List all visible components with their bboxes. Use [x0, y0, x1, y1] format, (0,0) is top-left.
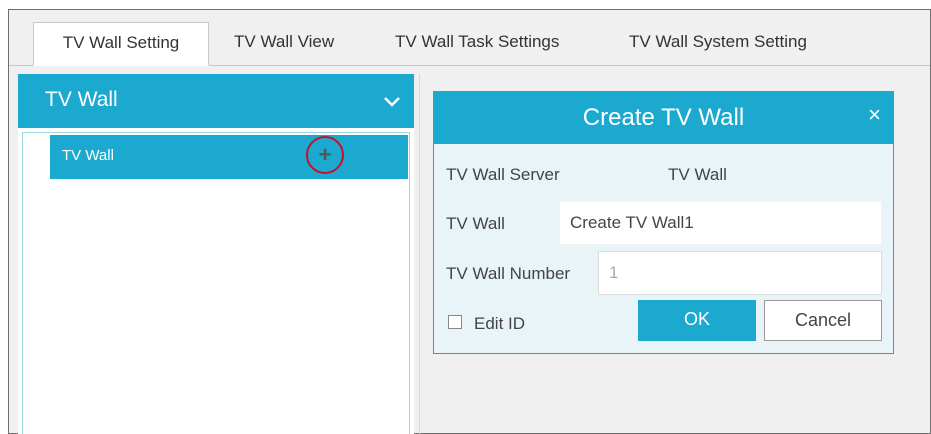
tv-wall-server-value: TV Wall	[668, 165, 727, 184]
tv-wall-tree: TV Wall +	[22, 132, 410, 434]
ok-button[interactable]: OK	[638, 300, 756, 341]
tv-wall-window: TV Wall Setting TV Wall View TV Wall Tas…	[8, 9, 931, 434]
close-icon[interactable]: ×	[868, 104, 881, 126]
dialog-header: Create TV Wall ×	[434, 92, 893, 144]
tab-bar: TV Wall Setting TV Wall View TV Wall Tas…	[9, 10, 930, 66]
tv-wall-number-label: TV Wall Number	[446, 264, 571, 283]
edit-id-label: Edit ID	[474, 314, 526, 333]
tv-wall-name-label: TV Wall	[446, 214, 505, 233]
cancel-button[interactable]: Cancel	[764, 300, 882, 341]
add-tv-wall-button[interactable]: +	[306, 136, 344, 174]
tab-tv-wall-setting[interactable]: TV Wall Setting	[33, 22, 209, 66]
tv-wall-server-label: TV Wall Server	[446, 165, 560, 184]
tab-tv-wall-view[interactable]: TV Wall View	[234, 22, 334, 66]
tree-item-label: TV Wall	[62, 147, 114, 164]
chevron-down-icon[interactable]	[382, 92, 402, 112]
edit-id-checkbox[interactable]	[448, 315, 462, 329]
dialog-title: Create TV Wall	[582, 104, 745, 131]
panel-divider	[419, 74, 420, 434]
tv-wall-name-input[interactable]: Create TV Wall1	[559, 201, 882, 245]
tab-tv-wall-task-settings[interactable]: TV Wall Task Settings	[395, 22, 559, 66]
tab-tv-wall-system-setting[interactable]: TV Wall System Setting	[629, 22, 807, 66]
plus-icon: +	[318, 142, 332, 167]
tv-wall-panel: TV Wall TV Wall +	[18, 74, 414, 434]
tree-item-tv-wall[interactable]: TV Wall +	[50, 135, 408, 179]
tv-wall-number-input[interactable]: 1	[598, 251, 882, 295]
create-tv-wall-dialog: Create TV Wall × TV Wall Server TV Wall …	[433, 91, 894, 354]
tv-wall-panel-title: TV Wall	[45, 88, 118, 111]
tv-wall-panel-header[interactable]: TV Wall	[18, 74, 414, 128]
